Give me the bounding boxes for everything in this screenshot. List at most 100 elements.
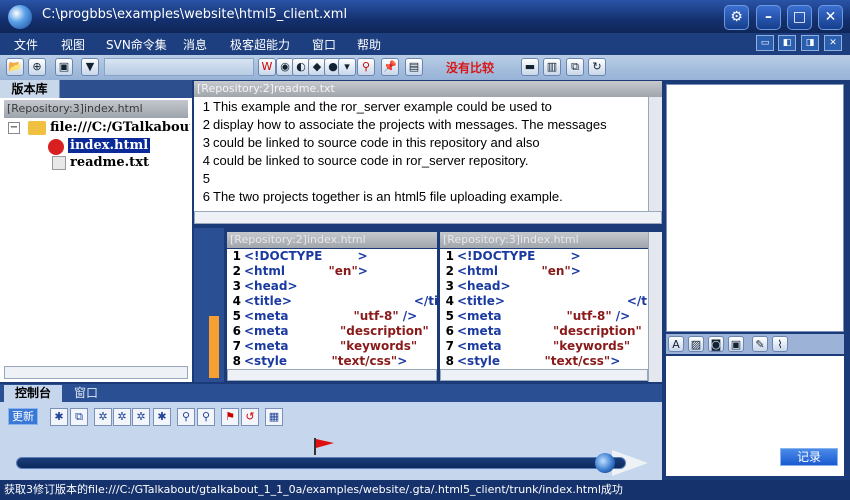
window-title: C:\progbbs\examples\website\html5_client… bbox=[42, 7, 348, 22]
code-text: <!DOCTYPE html> bbox=[457, 249, 581, 263]
refresh-button[interactable]: 更新 bbox=[8, 408, 38, 425]
layout-left-icon[interactable]: ◧ bbox=[778, 35, 796, 51]
flag-icon[interactable]: ⚑ bbox=[221, 408, 239, 426]
menu-view[interactable]: 视图 bbox=[61, 36, 85, 53]
search-icon[interactable]: ⚲ bbox=[357, 58, 375, 76]
menu-help[interactable]: 帮助 bbox=[357, 36, 381, 53]
calendar-icon[interactable]: ▦ bbox=[265, 408, 283, 426]
readme-line: 2 display how to associate the projects w… bbox=[194, 116, 648, 134]
menu-messages[interactable]: 消息 bbox=[183, 36, 207, 53]
code-text: <style type="text/css"> bbox=[457, 354, 621, 368]
filter-icon[interactable]: ▼ bbox=[81, 58, 99, 76]
code-text: <html lang="en"> bbox=[244, 264, 368, 278]
code-text: <html lang="en"> bbox=[457, 264, 581, 278]
compare-icon[interactable]: ▤ bbox=[405, 58, 423, 76]
line-number: 4 bbox=[202, 153, 210, 168]
diff-left-hscroll[interactable] bbox=[227, 369, 437, 381]
close-button[interactable]: ✕ bbox=[818, 5, 843, 30]
node2-icon[interactable]: ✲ bbox=[113, 408, 131, 426]
revision-timeline-slider[interactable] bbox=[16, 457, 626, 469]
node3-icon[interactable]: ✲ bbox=[132, 408, 150, 426]
readme-vscroll[interactable] bbox=[648, 97, 662, 211]
tab-console[interactable]: 控制台 bbox=[4, 385, 62, 402]
code-text: <meta charset="utf-8" /> bbox=[244, 309, 418, 323]
node-icon[interactable]: ✲ bbox=[94, 408, 112, 426]
search2-icon[interactable]: ⚲ bbox=[197, 408, 215, 426]
attach-icon[interactable]: ⌇ bbox=[772, 336, 788, 352]
line-number: 7 bbox=[445, 339, 454, 353]
code-line: 5 <meta charset="utf-8" /> bbox=[440, 309, 648, 324]
code-line: 1 <!DOCTYPE html> bbox=[440, 249, 648, 264]
image-icon[interactable]: ▨ bbox=[688, 336, 704, 352]
menu-file[interactable]: 文件 bbox=[14, 36, 38, 53]
repository-icon[interactable]: ⊕ bbox=[28, 58, 46, 76]
menu-geek[interactable]: 极客超能力 bbox=[230, 36, 290, 53]
node4-icon[interactable]: ✱ bbox=[153, 408, 171, 426]
font-icon[interactable]: A bbox=[668, 336, 684, 352]
status-bar: 获取3修订版本的file:///C:/GTalkabout/gtalkabout… bbox=[0, 480, 850, 500]
code-line: 3 <head> bbox=[440, 279, 648, 294]
readme-editor[interactable]: 1 This example and the ror_server example… bbox=[194, 97, 648, 211]
camera-icon[interactable]: ◙ bbox=[708, 336, 724, 352]
split-icon[interactable]: ▥ bbox=[543, 58, 561, 76]
line-number: 8 bbox=[232, 354, 241, 368]
tab-window[interactable]: 窗口 bbox=[64, 385, 108, 402]
tree-item-readme[interactable]: readme.txt bbox=[70, 155, 149, 170]
code-line: 2 <html lang="en"> bbox=[227, 264, 437, 279]
diff-right-editor[interactable]: 1 <!DOCTYPE html> 2 <html lang="en"> 3 <head>… bbox=[440, 249, 648, 369]
code-text: <!DOCTYPE html> bbox=[244, 249, 368, 263]
message-input[interactable] bbox=[666, 356, 844, 440]
refresh-icon[interactable]: ↻ bbox=[588, 58, 606, 76]
timeline-knob[interactable] bbox=[595, 453, 615, 473]
tree-collapse-icon[interactable]: − bbox=[8, 122, 20, 134]
code-line: 1 <!DOCTYPE html> bbox=[227, 249, 437, 264]
code-text: <meta name="keywords" cont bbox=[457, 339, 648, 353]
readme-header: [Repository:2]readme.txt bbox=[194, 81, 662, 97]
code-line: 5 <meta charset="utf-8" /> bbox=[227, 309, 437, 324]
pin-icon[interactable]: 📌 bbox=[381, 58, 399, 76]
diff-vscroll[interactable] bbox=[648, 232, 662, 382]
layout-single-icon[interactable]: ▭ bbox=[756, 35, 774, 51]
diff-left-editor[interactable]: 1 <!DOCTYPE html> 2 <html lang="en"> 3 <head>… bbox=[227, 249, 437, 369]
search-icon[interactable]: ⚲ bbox=[177, 408, 195, 426]
tab-repository[interactable]: 版本库 bbox=[0, 80, 60, 98]
readme-hscroll[interactable] bbox=[194, 211, 662, 224]
menu-svn[interactable]: SVN命令集 bbox=[106, 36, 167, 53]
line-text: The two projects together is an html5 fi… bbox=[213, 189, 563, 204]
open-folder-icon[interactable]: 📂 bbox=[6, 58, 24, 76]
code-line: 4<title>HTML5 file upload</title bbox=[440, 294, 648, 309]
save-icon[interactable]: ▣ bbox=[55, 58, 73, 76]
pen-icon[interactable]: ✎ bbox=[752, 336, 768, 352]
tree-item-index[interactable]: index.html bbox=[68, 138, 151, 153]
code-text: <meta charset="utf-8" /> bbox=[457, 309, 631, 323]
menu-window[interactable]: 窗口 bbox=[312, 36, 336, 53]
copy-icon[interactable]: ⧉ bbox=[566, 58, 584, 76]
line-number: 5 bbox=[445, 309, 454, 323]
dropdown-arrow-icon[interactable]: ▾ bbox=[338, 58, 356, 76]
minimize-button[interactable]: – bbox=[756, 5, 781, 30]
network-icon[interactable]: ✱ bbox=[50, 408, 68, 426]
diff-right-hscroll[interactable] bbox=[440, 369, 648, 381]
web-icon[interactable]: W bbox=[258, 58, 276, 76]
tree-root[interactable]: file:///C:/GTalkabout/g bbox=[50, 120, 190, 135]
html-file-icon bbox=[48, 139, 64, 155]
settings-gear-icon[interactable]: ⚙ bbox=[724, 5, 749, 30]
line-number: 8 bbox=[445, 354, 454, 368]
copy-icon[interactable]: ⧉ bbox=[70, 408, 88, 426]
layout-right-icon[interactable]: ◨ bbox=[801, 35, 819, 51]
layout-close-icon[interactable]: ✕ bbox=[824, 35, 842, 51]
code-line: 2 <html lang="en"> bbox=[440, 264, 648, 279]
line-number: 6 bbox=[445, 324, 454, 338]
code-line: 6<meta name="description" co bbox=[440, 324, 648, 339]
repository-hscroll[interactable] bbox=[4, 366, 188, 379]
screenshot-icon[interactable]: ▣ bbox=[728, 336, 744, 352]
readme-line: 3 could be linked to source code in this … bbox=[194, 134, 648, 152]
diff-icon[interactable]: ▬ bbox=[521, 58, 539, 76]
maximize-button[interactable]: □ bbox=[787, 5, 812, 30]
timeline-flag-icon bbox=[312, 436, 338, 459]
code-text: <head> bbox=[244, 279, 298, 293]
toolbar-field[interactable] bbox=[104, 58, 254, 76]
undo-icon[interactable]: ↺ bbox=[241, 408, 259, 426]
readme-line: 5 bbox=[194, 170, 648, 188]
record-button[interactable]: 记录 bbox=[780, 448, 838, 466]
